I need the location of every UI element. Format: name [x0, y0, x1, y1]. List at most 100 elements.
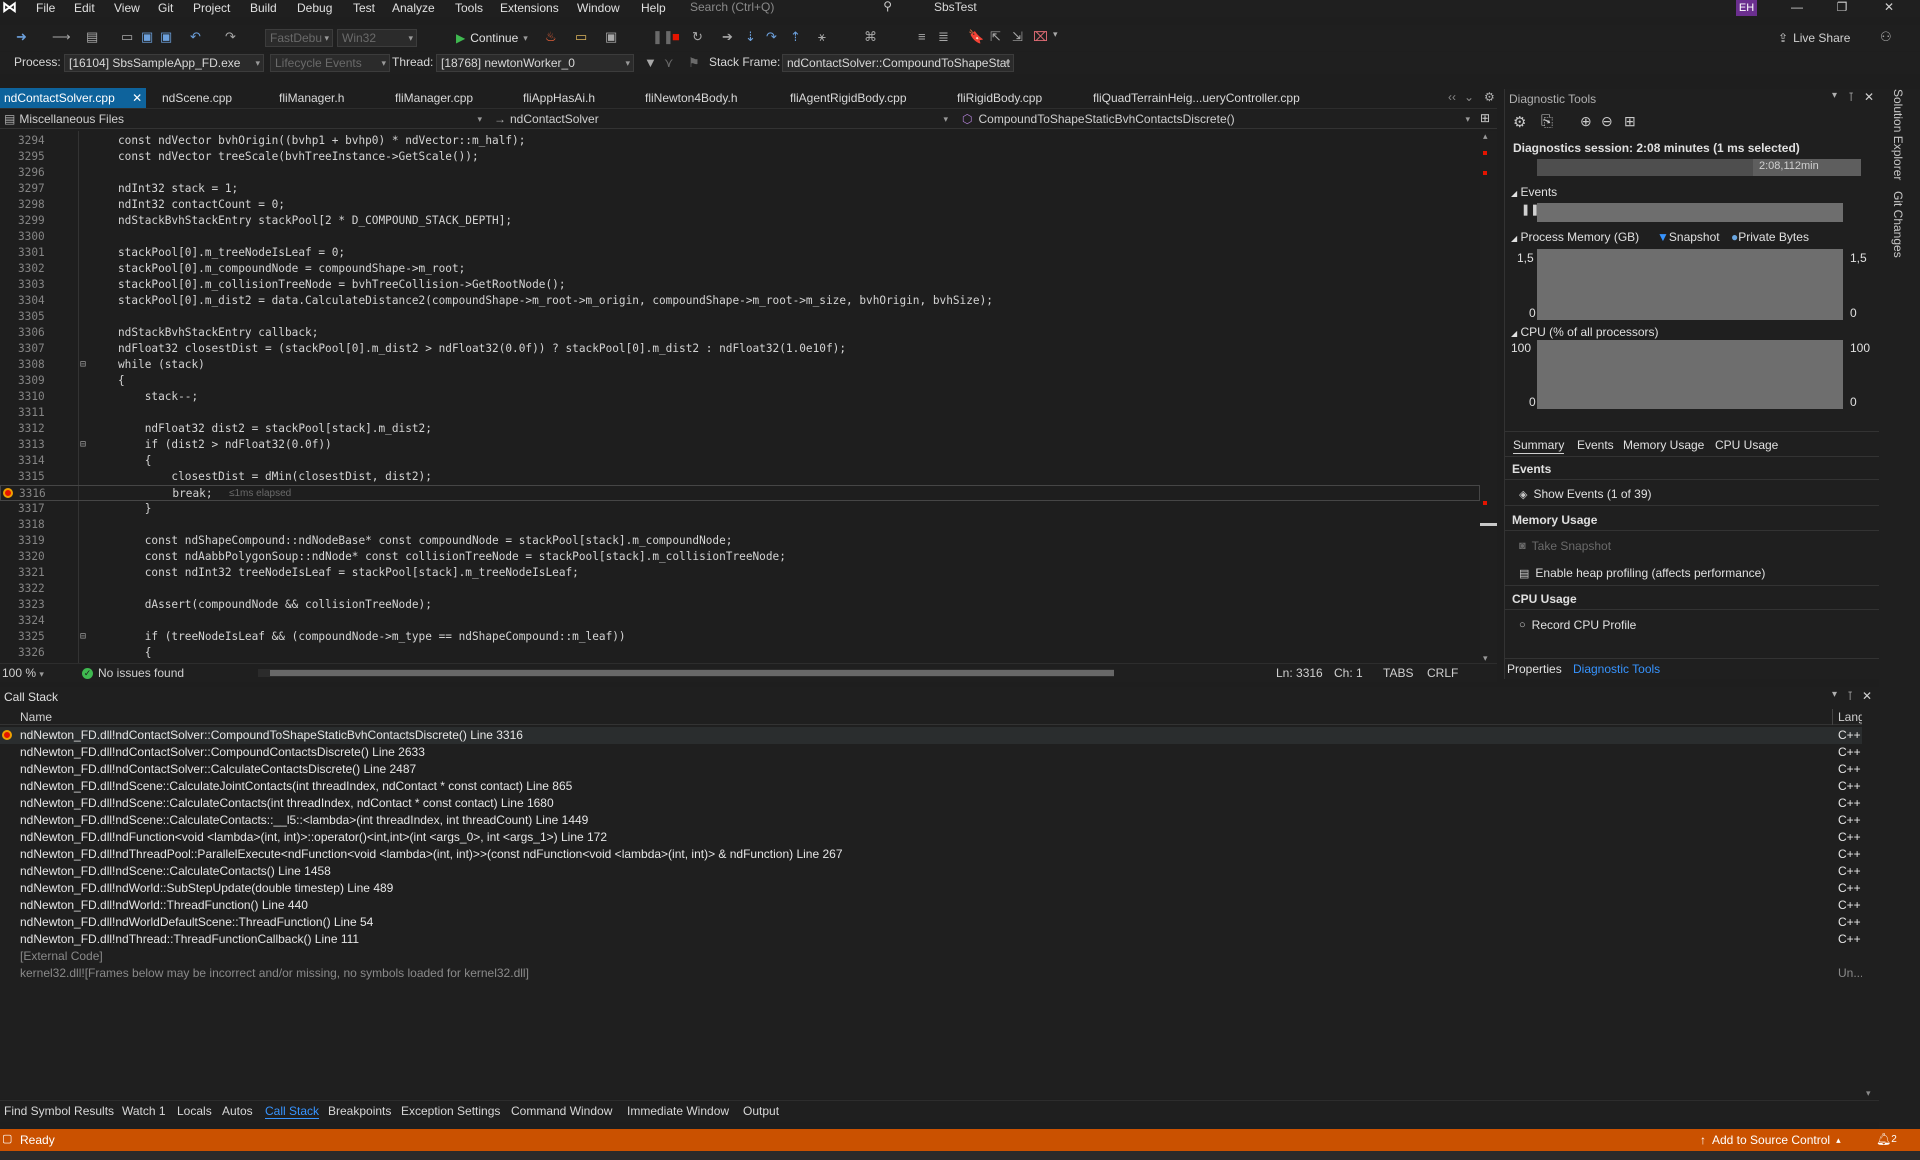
- breakpoint-current-icon[interactable]: [3, 488, 13, 498]
- code-line[interactable]: 3308 while (stack) ⊟: [0, 357, 1480, 373]
- process-dropdown[interactable]: [16104] SbsSampleApp_FD.exe ▾: [64, 54, 264, 72]
- call-stack-frame[interactable]: ndNewton_FD.dll!ndScene::CalculateContac…: [0, 863, 1862, 880]
- next-bookmark-icon[interactable]: ⇲: [1012, 29, 1023, 45]
- code-line[interactable]: 3299 ndStackBvhStackEntry stackPool[2 * D…: [0, 213, 1480, 229]
- code-line[interactable]: 3301 stackPool[0].m_treeNodeIsLeaf = 0;: [0, 245, 1480, 261]
- tab-properties[interactable]: Properties: [1507, 662, 1562, 676]
- zoom-dropdown[interactable]: 100 % ▾: [2, 666, 44, 680]
- menu-project[interactable]: Project: [193, 1, 230, 15]
- code-line[interactable]: 3294 const ndVector bvhOrigin((bvhp1 + bv…: [0, 133, 1480, 149]
- call-stack-frame[interactable]: ndNewton_FD.dll!ndScene::CalculateJointC…: [0, 778, 1862, 795]
- horizontal-scrollbar[interactable]: [258, 669, 1114, 677]
- project-dropdown[interactable]: ▤ Miscellaneous Files ▾: [0, 111, 488, 128]
- code-line[interactable]: 3304 stackPool[0].m_dist2 = data.Calculat…: [0, 293, 1480, 309]
- tab-diagnostic-tools[interactable]: Diagnostic Tools: [1573, 662, 1660, 676]
- code-line[interactable]: 3324: [0, 613, 1480, 629]
- code-line[interactable]: 3311: [0, 405, 1480, 421]
- tab-list-icon[interactable]: ⌄: [1464, 90, 1474, 104]
- pause-icon[interactable]: ❚❚: [652, 29, 674, 45]
- call-stack-scrollbar[interactable]: ▾: [1862, 709, 1879, 1099]
- memory-graph[interactable]: [1537, 249, 1843, 320]
- tab-autos[interactable]: Autos: [222, 1104, 253, 1118]
- toolbar-options-icon[interactable]: ▾: [1053, 29, 1058, 40]
- tab-exception-settings[interactable]: Exception Settings: [401, 1104, 500, 1118]
- close-panel-icon[interactable]: ✕: [1862, 689, 1872, 703]
- editor-vertical-scrollbar[interactable]: ▴ ▾: [1480, 131, 1497, 663]
- show-events-link[interactable]: ◈ Show Events (1 of 39): [1519, 487, 1652, 501]
- filter-icon[interactable]: ▼: [644, 55, 657, 70]
- current-code-line[interactable]: 3316 break; ≤1ms elapsed: [0, 485, 1480, 501]
- tab-output[interactable]: Output: [743, 1104, 779, 1118]
- collapse-region-icon[interactable]: ⊟: [80, 437, 86, 453]
- filter-threads-icon[interactable]: ⋎: [664, 55, 674, 71]
- call-stack-frame[interactable]: ndNewton_FD.dll!ndWorld::SubStepUpdate(d…: [0, 880, 1862, 897]
- indent-mode[interactable]: TABS: [1383, 666, 1413, 680]
- undo-icon[interactable]: ↶: [190, 29, 201, 45]
- call-stack-frame[interactable]: ndNewton_FD.dll!ndScene::CalculateContac…: [0, 812, 1862, 829]
- menu-git[interactable]: Git: [158, 1, 173, 15]
- timeline-ruler[interactable]: 2:08,112min: [1537, 159, 1861, 176]
- code-line[interactable]: 3319 const ndShapeCompound::ndNodeBase* …: [0, 533, 1480, 549]
- call-stack-frame[interactable]: ndNewton_FD.dll!ndWorldDefaultScene::Thr…: [0, 914, 1862, 931]
- prev-bookmark-icon[interactable]: ⇱: [990, 29, 1001, 45]
- panel-menu-icon[interactable]: ▾: [1832, 90, 1837, 101]
- issues-indicator[interactable]: ✓ No issues found: [82, 666, 184, 680]
- thread-dropdown[interactable]: [18768] newtonWorker_0 ▾: [436, 54, 634, 72]
- zoom-out-icon[interactable]: ⊖: [1601, 113, 1613, 130]
- scroll-down-icon[interactable]: ▾: [1866, 1088, 1871, 1099]
- collapse-region-icon[interactable]: ⊟: [80, 357, 86, 373]
- code-line[interactable]: 3315 closestDist = dMin(closestDist, dis…: [0, 469, 1480, 485]
- code-line[interactable]: 3321 const ndInt32 treeNodeIsLeaf = stac…: [0, 565, 1480, 581]
- code-line[interactable]: 3323 dAssert(compoundNode && collisionTr…: [0, 597, 1480, 613]
- column-language[interactable]: Lang: [1838, 710, 1865, 724]
- column-divider[interactable]: [1832, 709, 1833, 725]
- tab-locals[interactable]: Locals: [177, 1104, 212, 1118]
- call-stack-frame[interactable]: ndNewton_FD.dll!ndFunction<void <lambda>…: [0, 829, 1862, 846]
- tab-flirigidbody-cpp[interactable]: fliRigidBody.cpp: [957, 88, 1042, 108]
- code-line[interactable]: 3326 {: [0, 645, 1480, 661]
- line-ending[interactable]: CRLF: [1427, 666, 1458, 680]
- stack-frame-dropdown[interactable]: ndContactSolver::CompoundToShapeStat ▾: [782, 54, 1014, 72]
- bookmark-icon[interactable]: 🔖: [968, 29, 984, 45]
- code-line[interactable]: 3296: [0, 165, 1480, 181]
- close-window-icon[interactable]: ✕: [1874, 0, 1904, 16]
- save-all-icon[interactable]: ▣: [160, 29, 172, 45]
- record-cpu-profile-button[interactable]: ○ Record CPU Profile: [1519, 618, 1636, 632]
- hex-display-icon[interactable]: ⚹: [818, 29, 826, 45]
- restart-icon[interactable]: ↻: [692, 29, 703, 45]
- code-line[interactable]: 3317 }: [0, 501, 1480, 517]
- code-line[interactable]: 3303 stackPool[0].m_collisionTreeNode = b…: [0, 277, 1480, 293]
- scroll-up-icon[interactable]: ▴: [1483, 131, 1494, 141]
- comment-icon[interactable]: ≡: [918, 29, 926, 44]
- tab-flimanager-cpp[interactable]: fliManager.cpp: [395, 88, 473, 108]
- code-line[interactable]: 3312 ndFloat32 dist2 = stackPool[stack].…: [0, 421, 1480, 437]
- menu-extensions[interactable]: Extensions: [500, 1, 559, 15]
- zoom-in-icon[interactable]: ⊕: [1580, 113, 1592, 130]
- tab-fliquadterrain-cpp[interactable]: fliQuadTerrainHeig...ueryController.cpp: [1093, 88, 1300, 108]
- call-stack-frame[interactable]: ndNewton_FD.dll!ndScene::CalculateContac…: [0, 795, 1862, 812]
- process-memory-header[interactable]: ◢ Process Memory (GB): [1511, 230, 1639, 244]
- call-stack-frame[interactable]: ndNewton_FD.dll!ndContactSolver::Compoun…: [0, 744, 1862, 761]
- call-stack-frame[interactable]: ndNewton_FD.dll!ndThreadPool::ParallelEx…: [0, 846, 1862, 863]
- tab-watch-1[interactable]: Watch 1: [122, 1104, 166, 1118]
- code-line[interactable]: 3322: [0, 581, 1480, 597]
- tab-cpu-usage[interactable]: CPU Usage: [1715, 438, 1778, 452]
- tab-fliapphasai-h[interactable]: fliAppHasAi.h: [523, 88, 595, 108]
- code-line[interactable]: 3309 {: [0, 373, 1480, 389]
- restore-icon[interactable]: ❐: [1827, 0, 1857, 16]
- tab-call-stack[interactable]: Call Stack: [265, 1104, 320, 1119]
- menu-edit[interactable]: Edit: [74, 1, 95, 15]
- code-line[interactable]: 3302 stackPool[0].m_compoundNode = compou…: [0, 261, 1480, 277]
- minimize-icon[interactable]: —: [1782, 0, 1812, 16]
- code-line[interactable]: 3306 ndStackBvhStackEntry callback;: [0, 325, 1480, 341]
- menu-debug[interactable]: Debug: [297, 1, 332, 15]
- search-box[interactable]: Search (Ctrl+Q) ⚲: [682, 0, 900, 16]
- events-track[interactable]: [1537, 203, 1843, 222]
- tab-command-window[interactable]: Command Window: [511, 1104, 612, 1118]
- horizontal-scroll-thumb[interactable]: [270, 670, 1114, 676]
- code-line[interactable]: 3307 ndFloat32 closestDist = (stackPool[0…: [0, 341, 1480, 357]
- tab-events[interactable]: Events: [1577, 438, 1614, 452]
- tab-ndcontactsolver-cpp[interactable]: ndContactSolver.cpp ✕: [0, 88, 147, 108]
- lifecycle-events-dropdown[interactable]: Lifecycle Events ▾: [270, 54, 390, 72]
- menu-help[interactable]: Help: [641, 1, 666, 15]
